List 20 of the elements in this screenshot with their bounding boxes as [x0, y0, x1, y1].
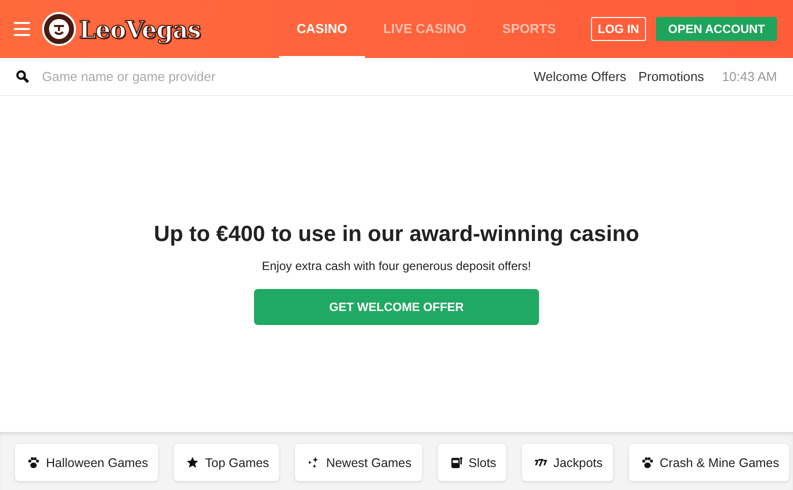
star-icon — [186, 456, 200, 469]
paw-icon — [27, 456, 40, 469]
hero-subtitle: Enjoy extra cash with four generous deposit offers! — [262, 259, 532, 273]
category-button[interactable]: Newest Games — [295, 444, 422, 481]
slot-machine-icon — [450, 456, 463, 469]
nav-link[interactable]: Welcome Offers — [534, 69, 626, 84]
sparkle-icon — [307, 456, 320, 469]
paw-icon — [640, 456, 654, 469]
hero-title: Up to €400 to use in our award-winning casino — [154, 221, 640, 247]
category-button[interactable]: Halloween Games — [15, 444, 158, 481]
category-button[interactable]: Slots — [438, 444, 506, 481]
search-icon — [16, 70, 29, 83]
nav-link[interactable]: Promotions — [638, 69, 704, 84]
category-button[interactable]: Crash & Mine Games — [628, 444, 790, 481]
sevens-icon — [534, 456, 548, 469]
clock-time: 10:43 AM — [722, 69, 777, 84]
category-button[interactable]: Top Games — [174, 444, 280, 481]
lion-logo-icon — [42, 12, 76, 46]
category-button[interactable]: Jackpots — [522, 444, 613, 481]
menu-icon[interactable] — [14, 22, 30, 36]
